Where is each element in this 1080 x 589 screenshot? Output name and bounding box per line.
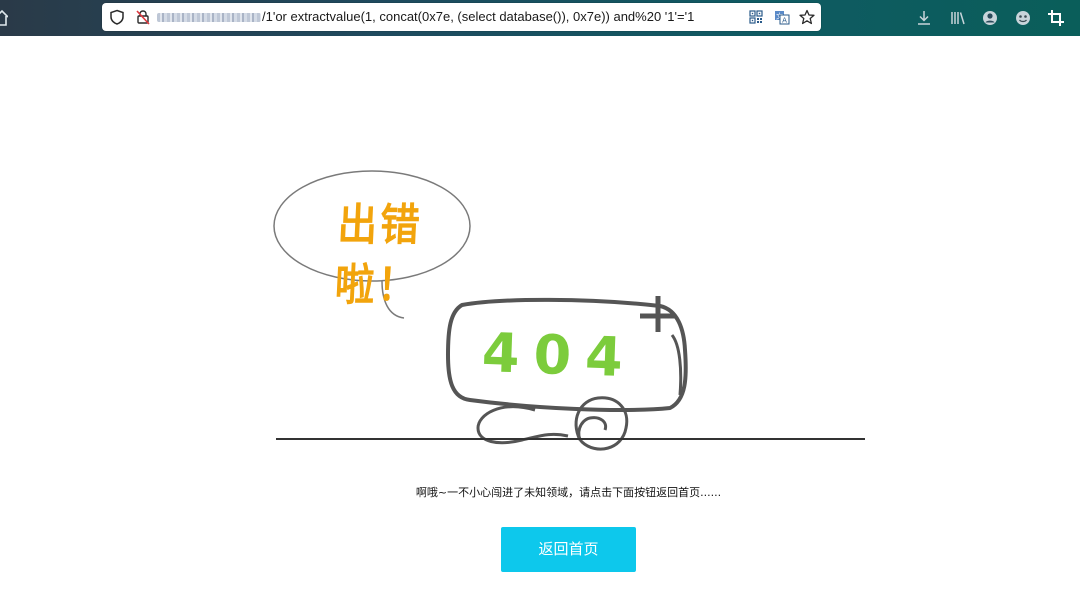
ground-line bbox=[276, 438, 865, 440]
library-icon[interactable] bbox=[949, 9, 967, 27]
address-bar[interactable]: /1'or extractvalue(1, concat(0x7e, (sele… bbox=[102, 3, 821, 31]
download-icon[interactable] bbox=[915, 9, 933, 27]
account-icon[interactable] bbox=[981, 9, 999, 27]
extension-icon[interactable] bbox=[1014, 9, 1032, 27]
error-code: 404 bbox=[480, 321, 638, 390]
url-text[interactable]: /1'or extractvalue(1, concat(0x7e, (sele… bbox=[262, 9, 694, 25]
translate-icon[interactable]: 文 A bbox=[774, 9, 790, 25]
error-message: 啊哦~一不小心闯进了未知领域，请点击下面按钮返回首页...... bbox=[415, 486, 722, 499]
browser-toolbar: /1'or extractvalue(1, concat(0x7e, (sele… bbox=[0, 0, 1080, 36]
error-title: 出错啦！ bbox=[333, 200, 424, 311]
home-icon[interactable] bbox=[0, 8, 8, 28]
bookmark-star-icon[interactable] bbox=[799, 9, 815, 25]
blurred-domain bbox=[157, 13, 261, 22]
crop-icon[interactable] bbox=[1047, 9, 1065, 27]
svg-text:A: A bbox=[782, 17, 787, 25]
qr-code-icon[interactable] bbox=[748, 9, 764, 25]
return-home-button[interactable]: 返回首页 bbox=[501, 527, 636, 572]
connection-not-secure-icon[interactable] bbox=[135, 9, 151, 25]
shield-icon[interactable] bbox=[109, 9, 125, 25]
